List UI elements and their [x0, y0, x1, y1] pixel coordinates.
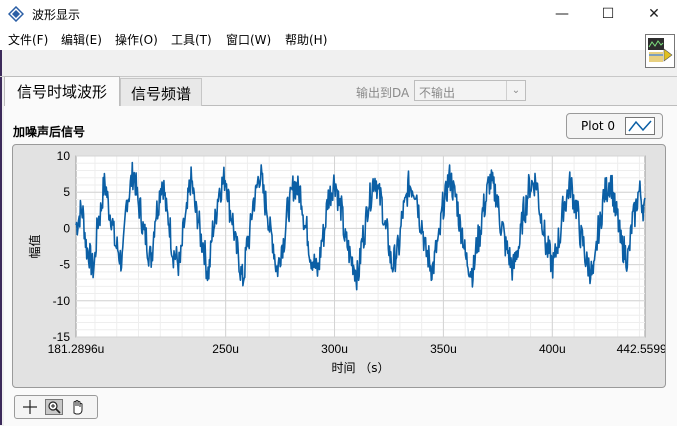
x-tick-label: 400u	[539, 342, 566, 356]
menu-edit[interactable]: 编辑(E)	[61, 31, 102, 48]
y-tick-label: -10	[53, 294, 71, 308]
menu-help[interactable]: 帮助(H)	[285, 31, 327, 48]
x-tick-label: 181.2896u	[48, 342, 105, 356]
window-left-edge	[0, 50, 2, 425]
legend-plot-name: Plot 0	[581, 119, 616, 133]
graph-label: 加噪声后信号	[13, 125, 86, 139]
menu-tools[interactable]: 工具(T)	[171, 31, 212, 48]
x-tick-label: 350u	[430, 342, 457, 356]
tab-time-domain[interactable]: 信号时域波形	[4, 76, 120, 106]
close-button[interactable]: ✕	[631, 0, 677, 28]
x-axis-title: 时间 （s）	[331, 361, 389, 375]
plot-legend[interactable]: Plot 0	[566, 113, 663, 139]
y-tick-label: 0	[63, 221, 70, 235]
y-tick-label: 5	[63, 185, 70, 199]
tab-spectrum[interactable]: 信号频谱	[120, 78, 202, 106]
da-output-label: 输出到DA	[356, 86, 410, 100]
x-tick-label: 442.5599u	[617, 342, 665, 356]
y-tick-label: 10	[57, 149, 71, 163]
crosshair-icon[interactable]	[21, 399, 39, 415]
window-title: 波形显示	[32, 8, 81, 22]
da-output-select[interactable]: 不输出 ⌄	[414, 80, 526, 101]
menu-operate[interactable]: 操作(O)	[115, 31, 158, 48]
y-axis-title: 幅值	[27, 234, 42, 258]
waveform-graph: 10 5 0 -5 -10 -15 181.2896u 250u 300u 350u 400u 442…	[12, 144, 666, 388]
pan-hand-icon[interactable]	[69, 399, 87, 415]
vi-icon[interactable]	[645, 34, 675, 68]
graph-plot-area[interactable]: 1050-5-10-15181.2896u 250u 300u 350u 400u 442…	[13, 145, 665, 387]
graph-palette	[14, 395, 98, 419]
y-tick-label: -5	[59, 258, 70, 272]
da-output-value: 不输出	[419, 86, 456, 100]
x-tick-label: 250u	[212, 342, 239, 356]
menu-file[interactable]: 文件(F)	[8, 31, 48, 48]
legend-line-swatch-icon[interactable]	[625, 117, 655, 135]
zoom-icon[interactable]	[45, 399, 63, 415]
labview-app-icon	[8, 6, 24, 22]
menu-bar: 文件(F) 编辑(E) 操作(O) 工具(T) 窗口(W) 帮助(H)	[0, 28, 677, 50]
title-bar: 波形显示 — ☐ ✕	[0, 0, 677, 28]
menu-window[interactable]: 窗口(W)	[226, 31, 271, 48]
minimize-button[interactable]: —	[539, 0, 585, 28]
maximize-button[interactable]: ☐	[585, 0, 631, 28]
x-tick-label: 300u	[321, 342, 348, 356]
chevron-down-icon[interactable]: ⌄	[506, 81, 525, 100]
